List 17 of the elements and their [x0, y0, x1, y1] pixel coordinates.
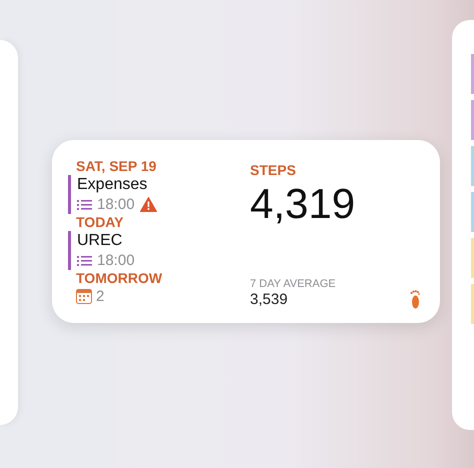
- average-label: 7 DAY AVERAGE: [250, 277, 336, 291]
- calendar-icon: [76, 289, 92, 304]
- steps-count: 4,319: [250, 181, 356, 227]
- list-icon: [77, 254, 92, 266]
- date-heading: SAT, SEP 19: [75, 158, 158, 175]
- steps-label: STEPS: [250, 162, 297, 179]
- list-icon: [77, 198, 92, 210]
- event-title: Expenses: [77, 175, 148, 195]
- event-time: 18:00: [97, 195, 135, 214]
- footprint-icon: [410, 290, 420, 309]
- average-value: 3,539: [250, 291, 289, 309]
- event-count: 2: [96, 287, 104, 306]
- date-heading: TODAY: [75, 214, 124, 231]
- event-title: UREC: [77, 231, 124, 251]
- event-time: 18:00: [97, 251, 135, 270]
- date-heading: TOMORROW: [75, 270, 164, 287]
- widget-card[interactable]: SAT, SEP 19 Expenses 18:00 TODAY UREC 18:00 TOMORROW 2 STEPS 4,319 7 DAY AVERAGE 3,539: [52, 140, 440, 323]
